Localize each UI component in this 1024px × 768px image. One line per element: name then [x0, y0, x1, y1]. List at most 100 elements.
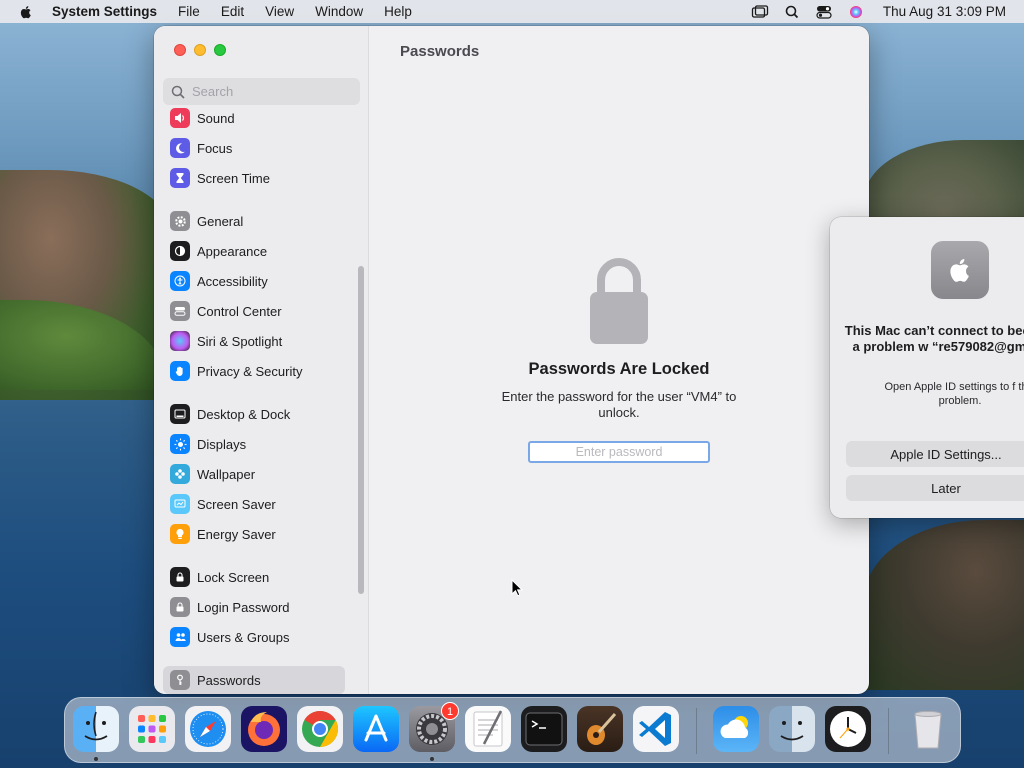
sidebar-item-siri-spotlight[interactable]: Siri & Spotlight	[163, 327, 345, 355]
menu-app-name[interactable]: System Settings	[52, 4, 157, 19]
dock-garageband[interactable]	[577, 706, 623, 752]
dock-clock[interactable]	[825, 706, 871, 752]
dock-safari[interactable]	[185, 706, 231, 752]
key-icon	[170, 670, 190, 690]
zoom-button[interactable]	[214, 44, 226, 56]
sidebar-item-label: Control Center	[197, 303, 282, 319]
weather-icon	[720, 716, 749, 738]
control-center-icon[interactable]	[815, 5, 833, 19]
search-icon	[171, 85, 185, 99]
menu-file[interactable]: File	[178, 4, 200, 19]
screensaver-icon	[170, 494, 190, 514]
moon-icon	[170, 138, 190, 158]
sidebar-item-desktop-dock[interactable]: Desktop & Dock	[163, 400, 345, 428]
menu-edit[interactable]: Edit	[221, 4, 244, 19]
sidebar-item-label: Wallpaper	[197, 466, 256, 482]
chrome-icon	[302, 711, 339, 747]
dock-app-store[interactable]	[353, 706, 399, 752]
siri-icon[interactable]	[847, 5, 865, 19]
dock-weather[interactable]	[713, 706, 759, 752]
sidebar-item-label: Screen Time	[197, 170, 270, 186]
window-controls	[174, 44, 226, 56]
sidebar-item-lock-screen[interactable]: Lock Screen	[163, 563, 345, 591]
appearance-icon	[170, 241, 190, 261]
password-field[interactable]	[528, 441, 710, 463]
app-store-icon	[364, 714, 388, 742]
page-title: Passwords	[400, 43, 480, 60]
apple-menu-icon[interactable]	[18, 4, 34, 20]
apple-logo-icon	[950, 258, 969, 282]
sidebar-item-label: Lock Screen	[197, 569, 270, 585]
dock-icon	[170, 404, 190, 424]
close-button[interactable]	[174, 44, 186, 56]
notification-badge: 1	[441, 702, 459, 720]
sun-icon	[170, 434, 190, 454]
dock-chrome[interactable]	[297, 706, 343, 752]
minimize-button[interactable]	[194, 44, 206, 56]
sidebar-item-screen-saver[interactable]: Screen Saver	[163, 490, 345, 518]
dock-finder-2[interactable]	[769, 706, 815, 752]
running-indicator	[430, 757, 434, 761]
dock-separator	[696, 708, 697, 754]
menu-window[interactable]: Window	[315, 4, 363, 19]
sidebar-item-general[interactable]: General	[163, 207, 345, 235]
later-button[interactable]: Later	[846, 475, 1024, 501]
apple-id-settings-button[interactable]: Apple ID Settings...	[846, 441, 1024, 467]
dock-terminal[interactable]	[521, 706, 567, 752]
sidebar-item-screen-time[interactable]: Screen Time	[163, 164, 345, 192]
search-field[interactable]: Search	[163, 78, 360, 105]
locked-description: Enter the password for the user “VM4” to…	[501, 389, 737, 420]
sidebar-item-wallpaper[interactable]: Wallpaper	[163, 460, 345, 488]
sidebar-item-label: Users & Groups	[197, 629, 290, 645]
sidebar-item-label: Screen Saver	[197, 496, 276, 512]
dock-firefox[interactable]	[241, 706, 287, 752]
sidebar-item-label: Energy Saver	[197, 526, 276, 542]
guitar-icon	[587, 713, 617, 745]
sidebar-scrollbar[interactable]	[358, 266, 364, 594]
menu-help[interactable]: Help	[384, 4, 412, 19]
control-center-icon	[170, 301, 190, 321]
finder-icon	[84, 711, 108, 741]
search-placeholder: Search	[192, 84, 234, 99]
sidebar-item-label: Login Password	[197, 599, 290, 615]
textedit-icon	[473, 710, 503, 747]
sidebar-item-users-groups[interactable]: Users & Groups	[163, 623, 345, 651]
clock-icon	[830, 711, 866, 747]
siri-icon	[170, 331, 190, 351]
sidebar-item-appearance[interactable]: Appearance	[163, 237, 345, 265]
sidebar-item-sound[interactable]: Sound	[163, 106, 345, 132]
sidebar-item-label: Displays	[197, 436, 247, 452]
sidebar-item-displays[interactable]: Displays	[163, 430, 345, 458]
dock-separator	[888, 708, 889, 754]
alert-message: Open Apple ID settings to f this problem…	[884, 381, 1024, 407]
sidebar-list: Sound Focus Screen Time General Appearan…	[154, 106, 359, 694]
spotlight-search-icon[interactable]	[783, 5, 801, 19]
dock-launchpad[interactable]	[129, 706, 175, 752]
locked-panel: Passwords Are Locked Enter the password …	[369, 256, 869, 463]
lock-icon	[170, 567, 190, 587]
sound-icon	[170, 108, 190, 128]
menu-view[interactable]: View	[265, 4, 294, 19]
lightbulb-icon	[170, 524, 190, 544]
sidebar-item-focus[interactable]: Focus	[163, 134, 345, 162]
sidebar-item-accessibility[interactable]: Accessibility	[163, 267, 345, 295]
sidebar-item-control-center[interactable]: Control Center	[163, 297, 345, 325]
menu-clock[interactable]: Thu Aug 31 3:09 PM	[883, 4, 1006, 19]
running-indicator	[94, 757, 98, 761]
alert-title: This Mac can’t connect to because of a p…	[844, 323, 1024, 354]
gear-icon	[170, 211, 190, 231]
sidebar-item-label: Accessibility	[197, 273, 268, 289]
sidebar-item-passwords[interactable]: Passwords	[163, 666, 345, 694]
apple-id-alert: This Mac can’t connect to because of a p…	[830, 217, 1024, 518]
dock-textedit[interactable]	[465, 706, 511, 752]
sidebar-item-login-password[interactable]: Login Password	[163, 593, 345, 621]
dock-vscode[interactable]	[633, 706, 679, 752]
sidebar-item-label: Privacy & Security	[197, 363, 303, 379]
users-icon	[170, 627, 190, 647]
hand-icon	[170, 361, 190, 381]
dock-trash[interactable]	[905, 706, 951, 752]
dock-finder[interactable]	[73, 706, 119, 752]
sidebar-item-energy-saver[interactable]: Energy Saver	[163, 520, 345, 548]
screen-mirroring-icon[interactable]	[751, 4, 769, 19]
sidebar-item-privacy-security[interactable]: Privacy & Security	[163, 357, 345, 385]
